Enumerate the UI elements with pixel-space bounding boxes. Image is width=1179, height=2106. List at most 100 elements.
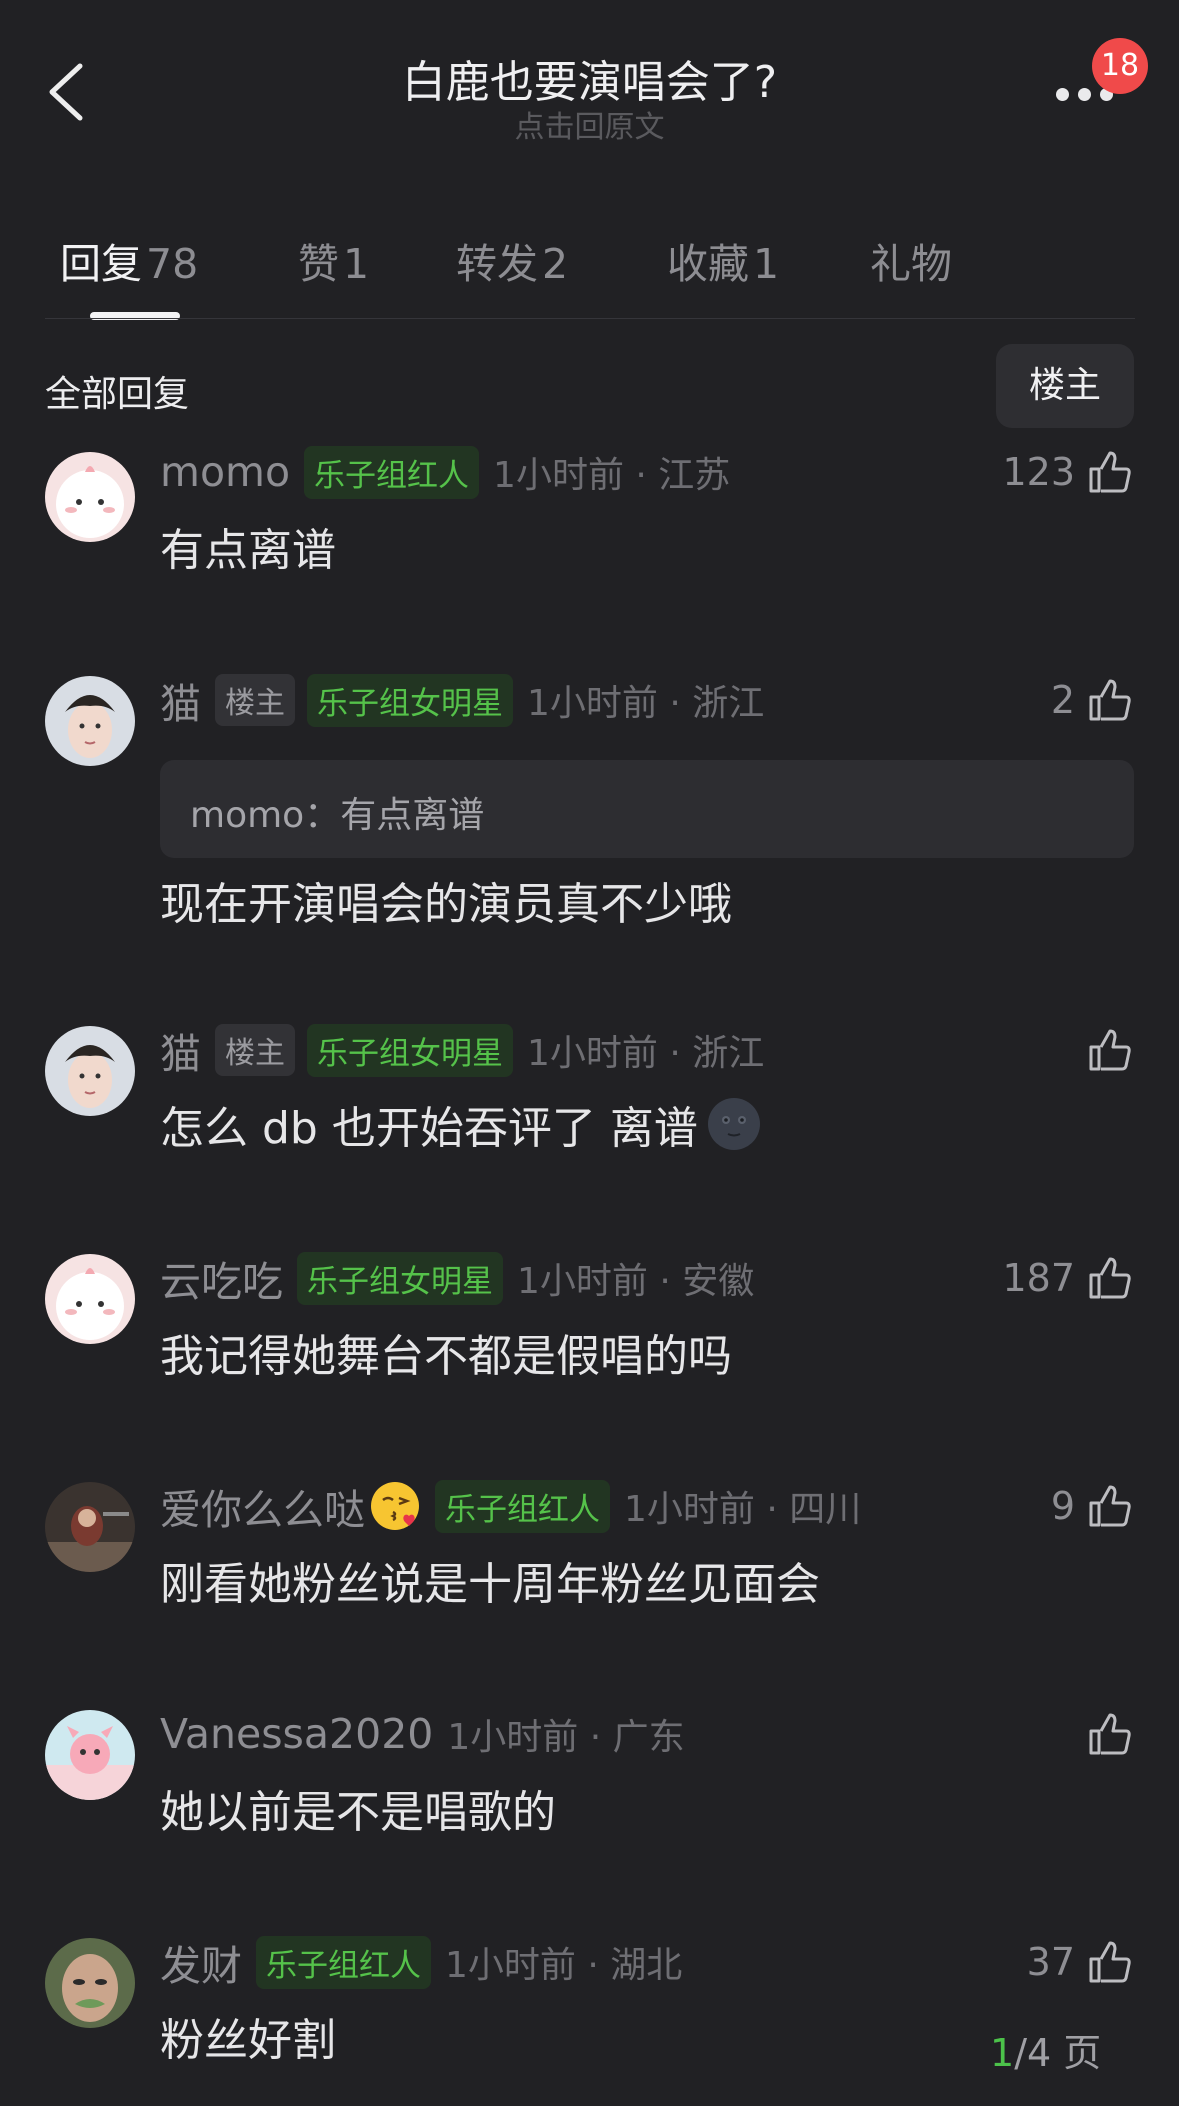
user-badge: 乐子组女明星 <box>297 1251 503 1305</box>
time-location: 1小时前 · 广东 <box>447 1717 685 1758</box>
page-indicator[interactable]: 1/4 页 <box>990 2022 1101 2077</box>
tab-reposts[interactable]: 转发2 <box>456 230 568 290</box>
like-count: 2 <box>1050 678 1075 722</box>
tab-label: 转发 <box>456 240 538 288</box>
tab-label: 礼物 <box>870 240 952 288</box>
tab-count: 1 <box>753 240 780 288</box>
total-pages: /4 页 <box>1014 2031 1102 2075</box>
avatar[interactable] <box>45 676 135 766</box>
tab-label: 回复 <box>60 240 142 288</box>
like-button[interactable]: 123 <box>1002 444 1135 500</box>
avatar[interactable] <box>45 1710 135 1800</box>
tab-replies[interactable]: 回复78 <box>60 230 198 290</box>
avatar[interactable] <box>45 1482 135 1572</box>
tab-label: 赞 <box>298 240 339 288</box>
tab-favorites[interactable]: 收藏1 <box>667 230 779 290</box>
like-button[interactable] <box>1085 1706 1135 1762</box>
avatar[interactable] <box>45 452 135 542</box>
quoted-reply[interactable]: momo：有点离谱 <box>160 760 1134 858</box>
avatar-image <box>45 676 135 766</box>
user-badge: 乐子组女明星 <box>307 673 513 727</box>
thumbs-up-icon <box>1089 451 1131 493</box>
comment-meta: 爱你么么哒 乐子组红人 1小时前 · 四川 <box>160 1476 861 1536</box>
avatar[interactable] <box>45 1254 135 1344</box>
comment-item: momo 乐子组红人 1小时前 · 江苏 123 有点离谱 <box>0 442 1179 592</box>
username[interactable]: 云吃吃 <box>160 1248 283 1308</box>
like-count: 9 <box>1050 1484 1075 1528</box>
op-tag: 楼主 <box>215 674 295 726</box>
tab-label: 收藏 <box>667 240 749 288</box>
thumbs-up-icon <box>1089 1485 1131 1527</box>
comment-meta: Vanessa2020 1小时前 · 广东 <box>160 1704 685 1764</box>
thumbs-up-icon <box>1089 1257 1131 1299</box>
header: 白鹿也要演唱会了? 点击回原文 18 <box>0 0 1179 190</box>
comment-text: 刚看她粉丝说是十周年粉丝见面会 <box>160 1559 820 1610</box>
thumbs-up-icon <box>1089 1713 1131 1755</box>
comment-text: 我记得她舞台不都是假唱的吗 <box>160 1331 732 1382</box>
username[interactable]: 猫 <box>160 670 201 730</box>
thumbs-up-icon <box>1089 1029 1131 1071</box>
like-count: 123 <box>1002 450 1075 494</box>
like-count: 37 <box>1026 1940 1075 1984</box>
like-count: 187 <box>1002 1256 1075 1300</box>
tab-gifts[interactable]: 礼物 <box>870 230 952 290</box>
current-page: 1 <box>990 2031 1015 2075</box>
like-button[interactable]: 187 <box>1002 1250 1135 1306</box>
comment-item: 猫 楼主 乐子组女明星 1小时前 · 浙江 2 momo：有点离谱 现在开演唱会… <box>0 670 1179 930</box>
op-only-filter-button[interactable]: 楼主 <box>996 344 1134 428</box>
avatar-image <box>45 1938 135 2028</box>
comments-screen: 白鹿也要演唱会了? 点击回原文 18 回复78 赞1 转发2 收藏1 礼物 全部… <box>0 0 1179 2106</box>
tab-count: 1 <box>343 240 370 288</box>
user-badge: 乐子组红人 <box>435 1479 610 1533</box>
avatar-image <box>45 452 135 542</box>
comment-text-row: 怎么 db 也开始吞评了 离谱 <box>160 1092 762 1156</box>
back-to-original-link[interactable]: 点击回原文 <box>0 102 1179 146</box>
username[interactable]: Vanessa2020 <box>160 1710 433 1758</box>
comment-meta: momo 乐子组红人 1小时前 · 江苏 <box>160 442 730 502</box>
username[interactable]: 爱你么么哒 <box>160 1476 365 1536</box>
like-button[interactable] <box>1085 1022 1135 1078</box>
user-badge: 乐子组红人 <box>256 1935 431 1989</box>
comment-meta: 猫 楼主 乐子组女明星 1小时前 · 浙江 <box>160 1020 764 1080</box>
user-badge: 乐子组女明星 <box>307 1023 513 1077</box>
avatar-image <box>45 1026 135 1116</box>
tab-count: 2 <box>542 240 569 288</box>
comment-text: 她以前是不是唱歌的 <box>160 1787 556 1838</box>
like-button[interactable]: 2 <box>1051 672 1135 728</box>
avatar[interactable] <box>45 1938 135 2028</box>
avatar-image <box>45 1710 135 1800</box>
comment-text: 粉丝好割 <box>160 2015 336 2066</box>
notification-badge: 18 <box>1092 38 1148 94</box>
post-title[interactable]: 白鹿也要演唱会了? <box>0 46 1179 110</box>
tab-likes[interactable]: 赞1 <box>298 230 369 290</box>
comment-meta: 云吃吃 乐子组女明星 1小时前 · 安徽 <box>160 1248 754 1308</box>
like-button[interactable]: 37 <box>1027 1934 1135 1990</box>
avatar-image <box>45 1254 135 1344</box>
kissing-face-emoji-icon <box>371 1482 419 1530</box>
comment-meta: 发财 乐子组红人 1小时前 · 湖北 <box>160 1932 682 1992</box>
comment-item: 云吃吃 乐子组女明星 1小时前 · 安徽 187 我记得她舞台不都是假唱的吗 <box>0 1248 1179 1398</box>
like-button[interactable]: 9 <box>1051 1478 1135 1534</box>
username[interactable]: momo <box>160 448 290 496</box>
comment-text: 怎么 db 也开始吞评了 离谱 <box>160 1103 698 1154</box>
time-location: 1小时前 · 安徽 <box>517 1261 755 1302</box>
comment-text: 有点离谱 <box>160 525 336 576</box>
thumbs-up-icon <box>1089 1941 1131 1983</box>
comment-meta: 猫 楼主 乐子组女明星 1小时前 · 浙江 <box>160 670 764 730</box>
comment-item: Vanessa2020 1小时前 · 广东 她以前是不是唱歌的 <box>0 1704 1179 1854</box>
time-location: 1小时前 · 四川 <box>624 1489 862 1530</box>
comment-text: 现在开演唱会的演员真不少哦 <box>160 879 732 930</box>
more-dot <box>1078 88 1091 101</box>
time-location: 1小时前 · 江苏 <box>493 455 731 496</box>
tab-bar: 回复78 赞1 转发2 收藏1 礼物 <box>0 220 1179 320</box>
new-moon-face-emoji-icon <box>707 1098 760 1150</box>
username[interactable]: 猫 <box>160 1020 201 1080</box>
thumbs-up-icon <box>1089 679 1131 721</box>
op-tag: 楼主 <box>215 1024 295 1076</box>
more-dots-icon <box>1056 88 1069 101</box>
divider <box>45 318 1135 319</box>
username[interactable]: 发财 <box>160 1932 242 1992</box>
avatar[interactable] <box>45 1026 135 1116</box>
tab-count: 78 <box>146 240 199 288</box>
quoted-text: momo：有点离谱 <box>190 795 485 836</box>
